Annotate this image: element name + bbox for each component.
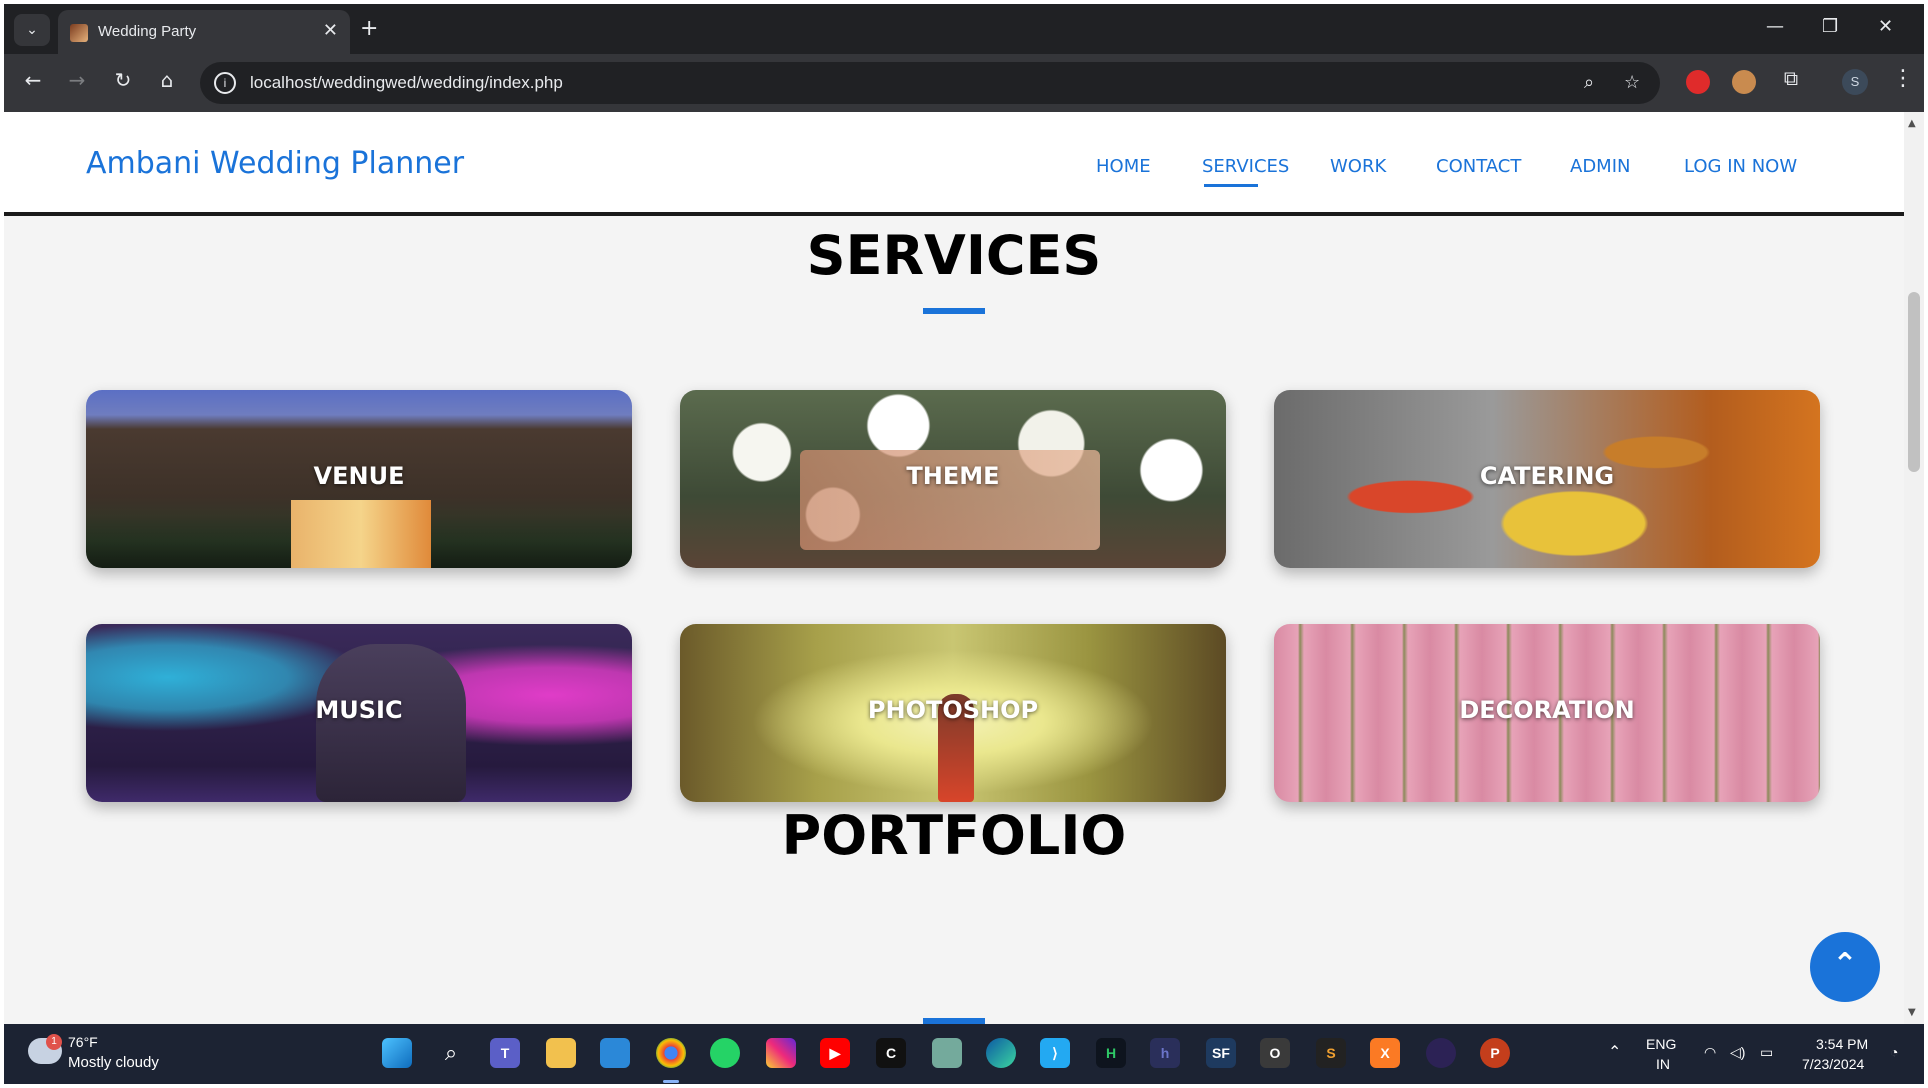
weather-temperature[interactable]: 76°F — [68, 1034, 98, 1050]
scroll-thumb[interactable] — [1908, 292, 1920, 472]
address-url[interactable]: localhost/weddingwed/wedding/index.php — [250, 73, 563, 93]
site-header: Ambani Wedding Planner HOME SERVICES WOR… — [4, 112, 1904, 216]
whatsapp-icon[interactable] — [710, 1038, 740, 1068]
app-h-icon[interactable]: h — [1150, 1038, 1180, 1068]
tab-list-chevron-icon[interactable]: ⌄ — [14, 14, 50, 46]
app-o-icon[interactable]: O — [1260, 1038, 1290, 1068]
reload-icon[interactable]: ↻ — [108, 68, 138, 92]
services-title-underline — [923, 308, 985, 314]
sublime-icon[interactable]: S — [1316, 1038, 1346, 1068]
microsoft-store-icon[interactable] — [600, 1038, 630, 1068]
xampp-icon[interactable]: X — [1370, 1038, 1400, 1068]
language-region[interactable]: IN — [1656, 1056, 1670, 1072]
tab-title: Wedding Party — [98, 23, 197, 40]
search-icon[interactable]: ⌕ — [436, 1038, 466, 1068]
browser-toolbar: ← → ↻ ⌂ i localhost/weddingwed/wedding/i… — [4, 54, 1924, 112]
nav-home[interactable]: HOME — [1096, 156, 1151, 177]
vscode-icon[interactable]: ⟩ — [1040, 1038, 1070, 1068]
profile-avatar[interactable]: S — [1842, 69, 1868, 95]
battery-icon[interactable]: ▭ — [1760, 1044, 1773, 1061]
portfolio-title: PORTFOLIO — [781, 804, 1127, 867]
chrome-active-indicator — [663, 1080, 679, 1083]
home-icon[interactable]: ⌂ — [152, 68, 182, 92]
nav-active-underline — [1204, 184, 1258, 187]
scroll-to-top-button[interactable]: ⌃ — [1810, 932, 1880, 1002]
scroll-down-arrow-icon[interactable]: ▼ — [1908, 1007, 1916, 1018]
window-close-icon[interactable]: ✕ — [1878, 16, 1893, 37]
extension-cookie-icon[interactable] — [1732, 70, 1756, 94]
bookmark-star-icon[interactable]: ☆ — [1624, 72, 1640, 93]
restore-icon[interactable]: ❐ — [1822, 16, 1838, 37]
chatgpt-icon[interactable] — [932, 1038, 962, 1068]
back-arrow-icon[interactable]: ← — [18, 68, 48, 92]
browser-tabstrip: ⌄ Wedding Party ✕ + — ❐ ✕ — [4, 4, 1924, 54]
hackerrank-icon[interactable]: H — [1096, 1038, 1126, 1068]
youtube-icon[interactable]: ▶ — [820, 1038, 850, 1068]
clock-time[interactable]: 3:54 PM — [1816, 1036, 1868, 1052]
chrome-icon[interactable] — [656, 1038, 686, 1068]
service-card-decoration[interactable]: DECORATION — [1274, 624, 1820, 802]
site-brand[interactable]: Ambani Wedding Planner — [86, 146, 464, 181]
page-viewport: Ambani Wedding Planner HOME SERVICES WOR… — [4, 112, 1904, 1024]
volume-icon[interactable]: ◁) — [1730, 1044, 1745, 1061]
windows-start-icon[interactable] — [382, 1038, 412, 1068]
weather-badge: 1 — [46, 1034, 62, 1050]
wifi-icon[interactable]: ◠ — [1704, 1044, 1716, 1061]
capcut-icon[interactable]: C — [876, 1038, 906, 1068]
address-bar[interactable]: i localhost/weddingwed/wedding/index.php… — [200, 62, 1660, 104]
app-sf-icon[interactable]: SF — [1206, 1038, 1236, 1068]
nav-login[interactable]: LOG IN NOW — [1684, 156, 1797, 177]
browser-tab[interactable]: Wedding Party ✕ — [58, 10, 350, 54]
extension-stop-icon[interactable] — [1686, 70, 1710, 94]
edge-icon[interactable] — [986, 1038, 1016, 1068]
eclipse-icon[interactable] — [1426, 1038, 1456, 1068]
new-tab-plus-icon[interactable]: + — [360, 16, 378, 41]
service-label-photoshop: PHOTOSHOP — [867, 696, 1039, 724]
service-label-music: MUSIC — [315, 696, 403, 724]
notification-bell-icon[interactable]: ◔ — [1890, 1044, 1898, 1060]
service-card-music[interactable]: MUSIC — [86, 624, 632, 802]
service-card-theme[interactable]: THEME — [680, 390, 1226, 568]
nav-work[interactable]: WORK — [1330, 156, 1386, 177]
extensions-puzzle-icon[interactable]: ⧉ — [1776, 66, 1806, 90]
site-info-icon[interactable]: i — [214, 72, 236, 94]
service-card-photoshop[interactable]: PHOTOSHOP — [680, 624, 1226, 802]
zoom-icon[interactable]: ⌕ — [1584, 72, 1594, 93]
powerpoint-icon[interactable]: P — [1480, 1038, 1510, 1068]
forward-arrow-icon[interactable]: → — [62, 68, 92, 92]
service-card-catering[interactable]: CATERING — [1274, 390, 1820, 568]
windows-taskbar: 1 76°F Mostly cloudy ⌕ T ▶ C ⟩ H h SF O … — [4, 1024, 1924, 1084]
service-label-catering: CATERING — [1479, 462, 1615, 490]
nav-services[interactable]: SERVICES — [1202, 156, 1289, 177]
instagram-icon[interactable] — [766, 1038, 796, 1068]
venue-stage-image — [291, 500, 431, 568]
service-label-venue: VENUE — [313, 462, 405, 490]
service-label-theme: THEME — [906, 462, 1000, 490]
services-title: SERVICES — [806, 224, 1102, 287]
service-label-decoration: DECORATION — [1459, 696, 1635, 724]
nav-contact[interactable]: CONTACT — [1436, 156, 1521, 177]
nav-admin[interactable]: ADMIN — [1570, 156, 1630, 177]
service-card-venue[interactable]: VENUE — [86, 390, 632, 568]
teams-icon[interactable]: T — [490, 1038, 520, 1068]
tab-close-icon[interactable]: ✕ — [323, 20, 338, 41]
weather-description[interactable]: Mostly cloudy — [68, 1054, 159, 1071]
language-code[interactable]: ENG — [1646, 1036, 1676, 1052]
minimize-icon[interactable]: — — [1766, 16, 1784, 37]
file-explorer-icon[interactable] — [546, 1038, 576, 1068]
page-scrollbar[interactable]: ▲ ▼ — [1904, 112, 1924, 1024]
clock-date[interactable]: 7/23/2024 — [1802, 1056, 1864, 1072]
tray-overflow-chevron-icon[interactable]: ⌃ — [1608, 1042, 1621, 1062]
tab-favicon-icon — [70, 24, 88, 42]
scroll-up-arrow-icon[interactable]: ▲ — [1908, 118, 1916, 129]
browser-menu-icon[interactable]: ⋮ — [1892, 66, 1914, 91]
